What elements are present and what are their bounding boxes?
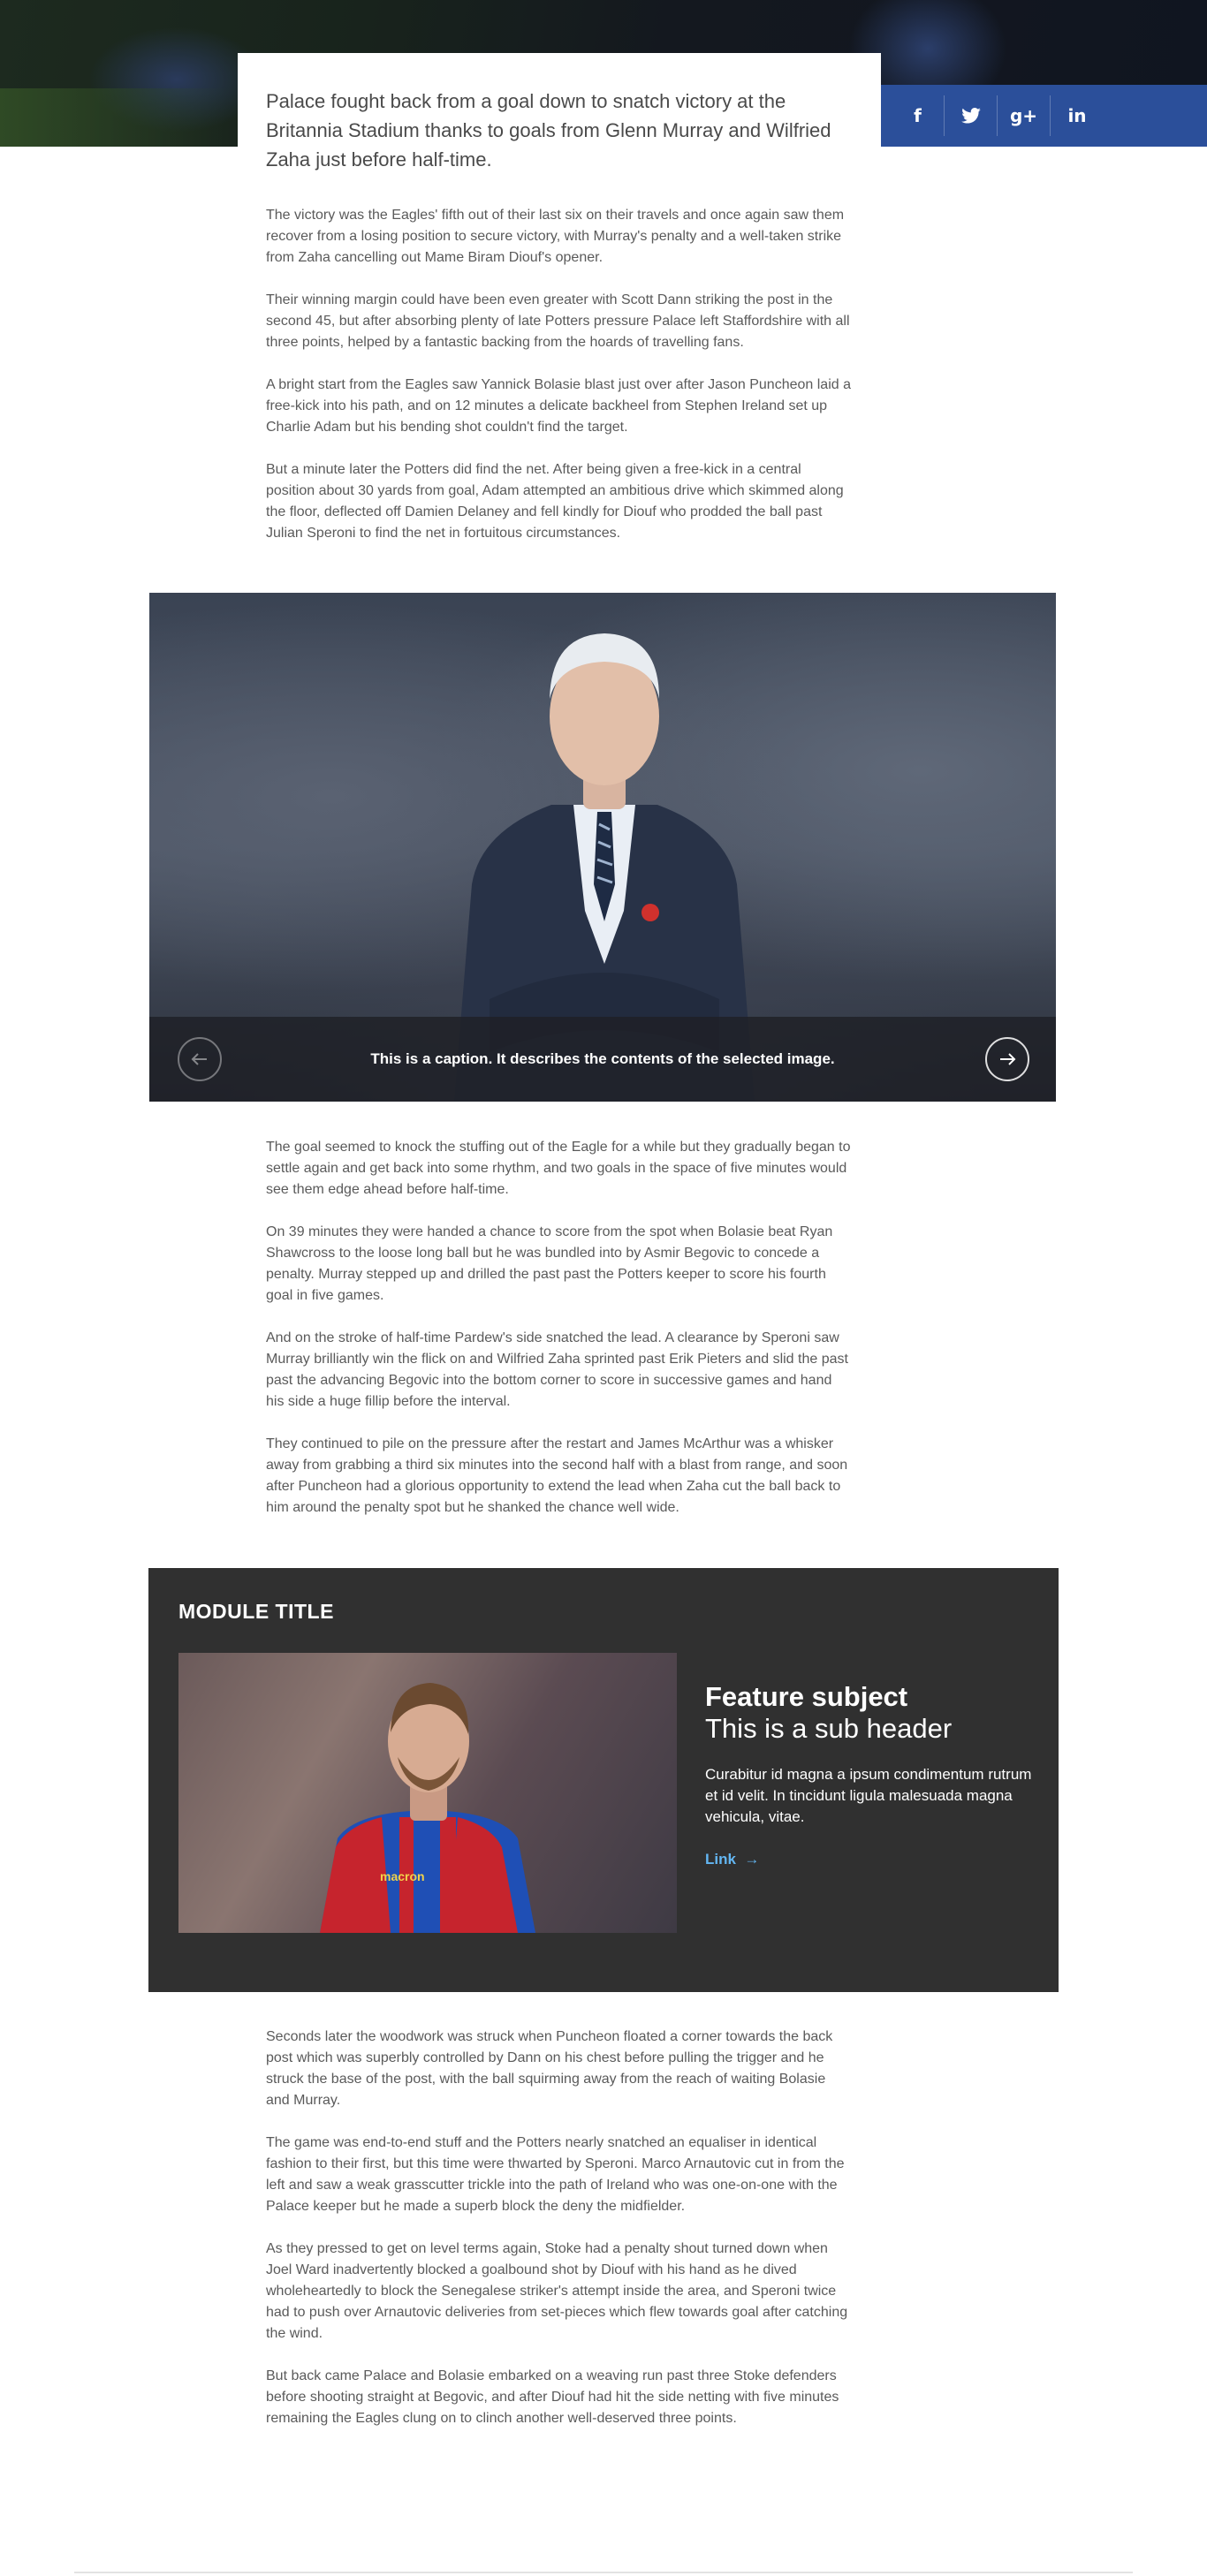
feature-body: Curabitur id magna a ipsum condimentum r… xyxy=(705,1766,1032,1825)
twitter-icon[interactable] xyxy=(945,95,998,136)
feature-sub-header: This is a sub header xyxy=(705,1713,953,1744)
facebook-icon[interactable]: f xyxy=(892,95,945,136)
player-illustration: macron xyxy=(320,1683,535,1933)
article-paragraph: The victory was the Eagles' fifth out of… xyxy=(266,208,845,265)
module-title: MODULE TITLE xyxy=(178,1600,334,1623)
article-paragraph: As they pressed to get on level terms ag… xyxy=(266,2241,848,2341)
shirt-sponsor: macron xyxy=(380,1869,425,1883)
hero-pitch xyxy=(0,88,230,147)
feature-text: Feature subject This is a sub header Cur… xyxy=(705,1681,1032,1868)
arrow-right-icon[interactable] xyxy=(985,1037,1029,1081)
article-paragraph: But back came Palace and Bolasie embarke… xyxy=(266,2368,839,2426)
article-paragraph: The goal seemed to knock the stuffing ou… xyxy=(266,1140,851,1197)
footer-divider xyxy=(74,2572,1133,2573)
article-body-part2: The goal seemed to knock the stuffing ou… xyxy=(266,1137,853,1540)
feature-link-label: Link xyxy=(705,1851,736,1868)
feature-link[interactable]: Link → xyxy=(705,1851,759,1868)
gallery-caption-bar: This is a caption. It describes the cont… xyxy=(149,1017,1056,1102)
gallery-caption: This is a caption. It describes the cont… xyxy=(370,1050,835,1067)
article-paragraph: And on the stroke of half-time Pardew's … xyxy=(266,1330,848,1409)
feature-subject: Feature subject xyxy=(705,1681,908,1712)
arrow-left-icon[interactable] xyxy=(178,1037,222,1081)
image-gallery: This is a caption. It describes the cont… xyxy=(149,593,1056,1102)
feature-module: MODULE TITLE macron Feature subject This… xyxy=(148,1568,1059,1992)
googleplus-icon[interactable]: g+ xyxy=(998,95,1051,136)
article-paragraph: Seconds later the woodwork was struck wh… xyxy=(266,2029,833,2108)
article-body-part3: Seconds later the woodwork was struck wh… xyxy=(266,2027,853,2451)
lead-paragraph: Palace fought back from a goal down to s… xyxy=(266,90,831,170)
arrow-right-icon: → xyxy=(740,1851,760,1868)
feature-image-player[interactable]: macron xyxy=(178,1653,677,1933)
article-paragraph: They continued to pile on the pressure a… xyxy=(266,1436,848,1515)
lead-box: Palace fought back from a goal down to s… xyxy=(238,53,881,186)
article-body-part1: The victory was the Eagles' fifth out of… xyxy=(266,205,853,565)
social-share-bar: f g+ in xyxy=(881,85,1207,147)
article-paragraph: A bright start from the Eagles saw Yanni… xyxy=(266,377,851,435)
article-paragraph: On 39 minutes they were handed a chance … xyxy=(266,1224,833,1303)
article-paragraph: The game was end-to-end stuff and the Po… xyxy=(266,2135,845,2214)
article-paragraph: But a minute later the Potters did find … xyxy=(266,462,844,541)
article-paragraph: Their winning margin could have been eve… xyxy=(266,292,850,350)
linkedin-icon[interactable]: in xyxy=(1051,95,1104,136)
